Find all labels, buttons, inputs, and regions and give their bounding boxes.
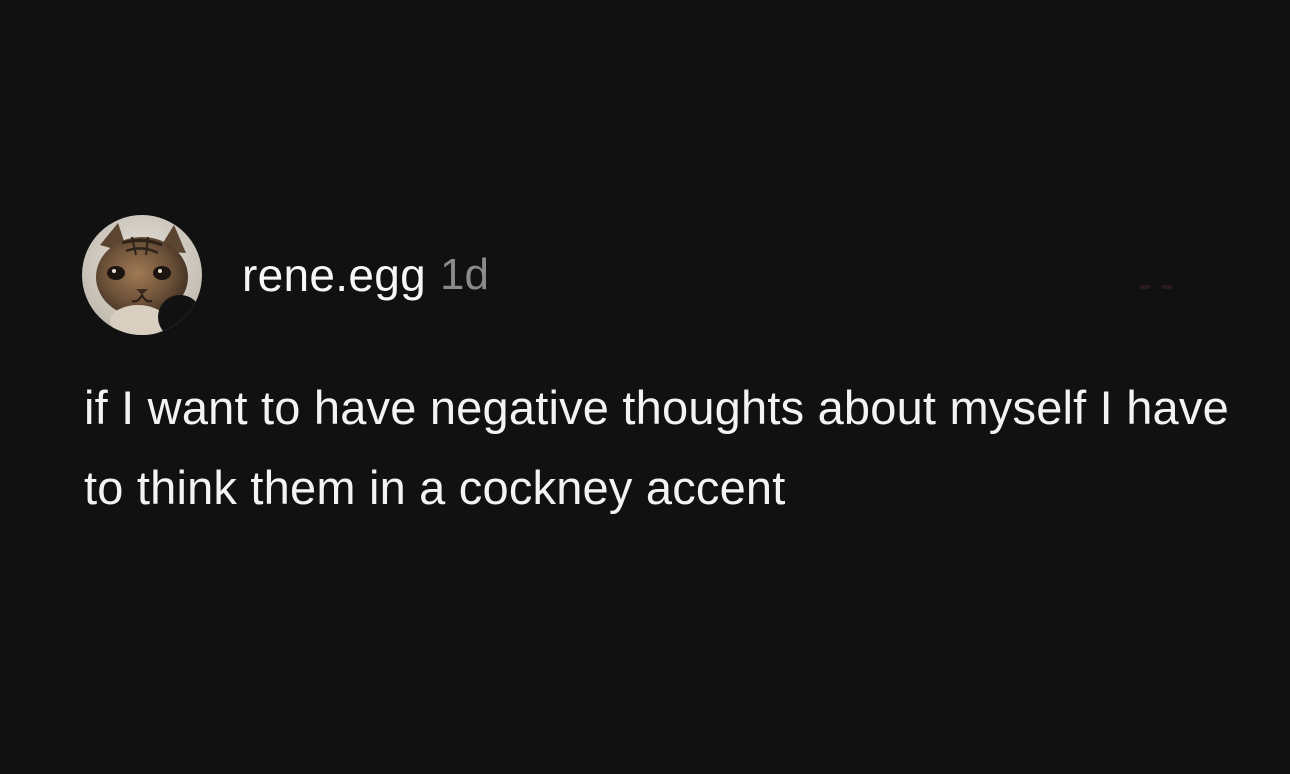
avatar[interactable] [82, 215, 202, 335]
post-timestamp: 1d [440, 250, 489, 299]
cat-avatar-icon [82, 215, 202, 335]
username-link[interactable]: rene.egg [242, 248, 426, 302]
post-text: if I want to have negative thoughts abou… [84, 381, 1229, 514]
post-header: rene.egg 1d [82, 215, 489, 335]
more-options-icon[interactable] [1140, 285, 1172, 289]
threads-post: rene.egg 1d if I want to have negative t… [0, 0, 1290, 774]
